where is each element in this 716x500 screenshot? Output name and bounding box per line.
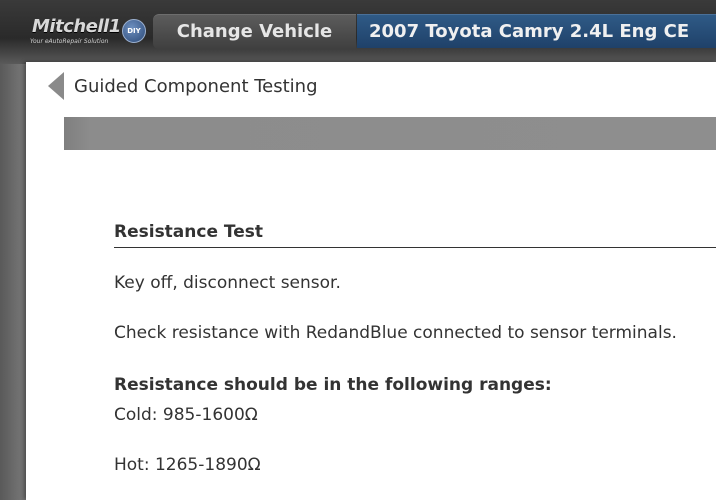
hot-range: Hot: 1265-1890Ω — [114, 455, 261, 475]
page-title: Guided Component Testing — [74, 76, 318, 97]
change-vehicle-button[interactable]: Change Vehicle — [153, 14, 356, 49]
ranges-heading: Resistance should be in the following ra… — [114, 375, 552, 395]
left-edge-strip — [0, 64, 26, 500]
toolbar-bar — [64, 117, 716, 150]
mitchell1-logo[interactable]: Mitchell1 Your eAutoRepair Solution DIY — [28, 16, 146, 50]
logo-tagline: Your eAutoRepair Solution — [30, 38, 109, 45]
diy-badge-icon: DIY — [122, 19, 146, 43]
section-title: Resistance Test — [114, 222, 264, 242]
instruction-step-2: Check resistance with RedandBlue connect… — [114, 323, 677, 343]
top-header: Mitchell1 Your eAutoRepair Solution DIY … — [0, 0, 716, 64]
current-vehicle-label: 2007 Toyota Camry 2.4L Eng CE — [357, 14, 716, 48]
cold-range: Cold: 985-1600Ω — [114, 405, 258, 425]
section-divider — [114, 247, 716, 248]
logo-wordmark: Mitchell1 — [32, 16, 121, 37]
instruction-step-1: Key off, disconnect sensor. — [114, 273, 341, 293]
content-panel: Guided Component Testing Resistance Test… — [26, 62, 716, 500]
back-arrow-icon[interactable] — [48, 72, 64, 100]
